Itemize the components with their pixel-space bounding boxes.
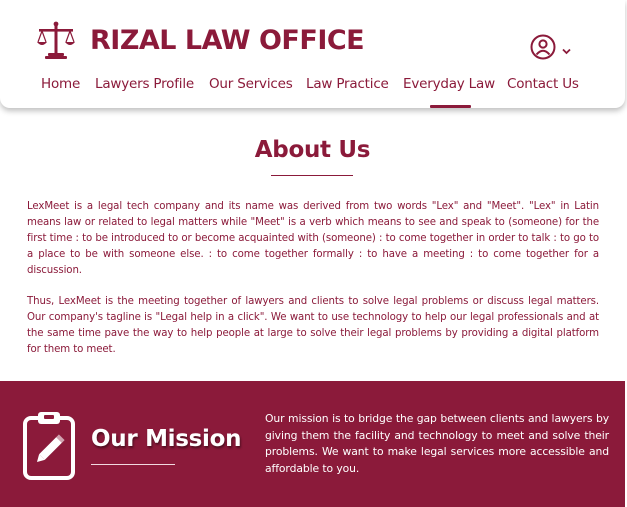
nav-item-everyday-law[interactable]: Everyday Law	[403, 76, 495, 92]
brand-title: RIZAL LAW OFFICE	[90, 24, 365, 56]
nav-item-lawyers-profile[interactable]: Lawyers Profile	[95, 76, 194, 92]
about-title: About Us	[254, 137, 371, 163]
mission-divider	[91, 464, 175, 465]
active-nav-indicator	[430, 105, 471, 108]
clipboard-edit-icon	[22, 410, 76, 484]
about-paragraph-1: LexMeet is a legal tech company and its …	[27, 201, 599, 276]
chevron-down-icon	[562, 40, 571, 59]
nav-item-our-services[interactable]: Our Services	[209, 76, 293, 92]
about-divider	[271, 175, 353, 176]
user-circle-icon	[530, 34, 556, 64]
brand[interactable]: RIZAL LAW OFFICE	[36, 20, 365, 60]
about-paragraph-2: Thus, LexMeet is the meeting together of…	[27, 296, 599, 355]
mission-title: Our Mission	[91, 426, 242, 452]
nav-item-law-practice[interactable]: Law Practice	[306, 76, 389, 92]
main-nav: Home Lawyers Profile Our Services Law Pr…	[0, 76, 625, 108]
scales-of-justice-icon	[36, 20, 76, 60]
nav-item-contact-us[interactable]: Contact Us	[507, 76, 579, 92]
nav-item-home[interactable]: Home	[41, 76, 80, 92]
site-header: RIZAL LAW OFFICE Home Lawyers Profile Ou…	[0, 0, 625, 108]
mission-text: Our mission is to bridge the gap between…	[265, 412, 609, 475]
account-menu[interactable]	[530, 34, 571, 64]
mission-section: Our Mission Our mission is to bridge the…	[0, 381, 625, 507]
